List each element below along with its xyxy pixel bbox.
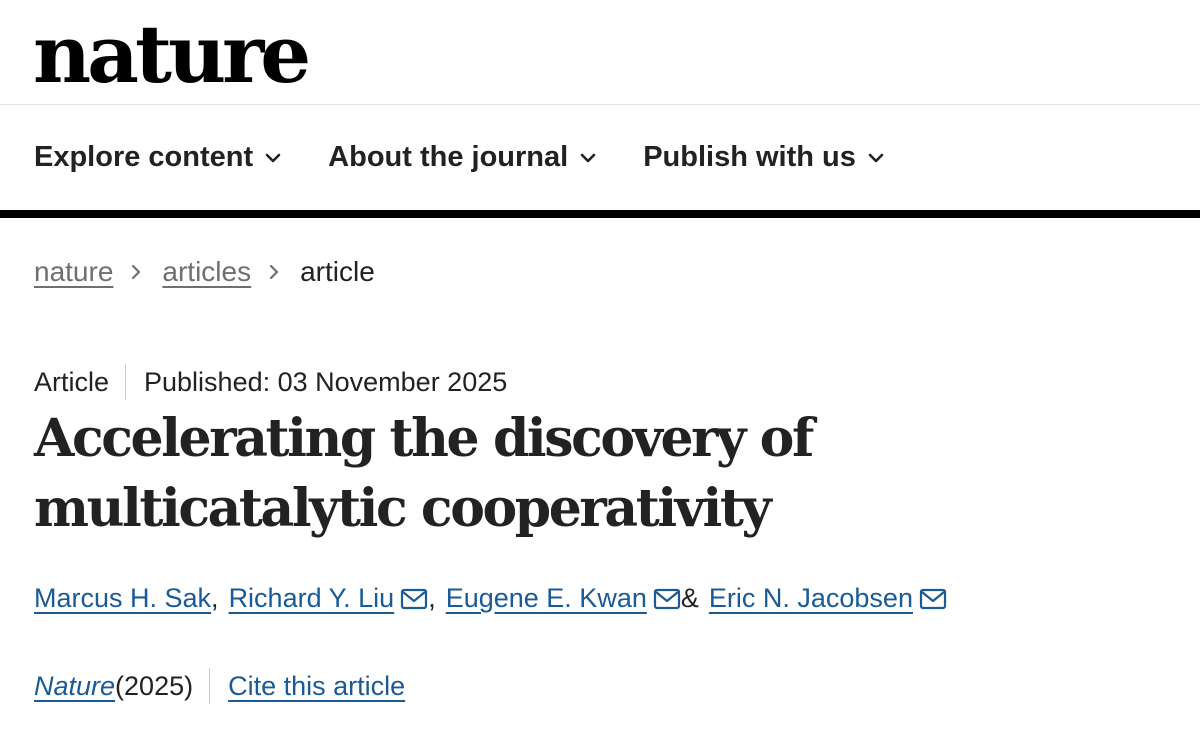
breadcrumb-articles[interactable]: articles xyxy=(162,256,251,288)
author-separator: , xyxy=(428,583,436,613)
author-link[interactable]: Richard Y. Liu xyxy=(229,583,395,614)
email-icon[interactable] xyxy=(919,588,947,610)
chevron-down-icon xyxy=(868,153,884,162)
email-icon[interactable] xyxy=(400,588,428,610)
chevron-down-icon xyxy=(580,153,596,162)
breadcrumb-current: article xyxy=(300,256,375,287)
chevron-right-icon xyxy=(132,264,141,280)
author-separator: & xyxy=(680,583,699,613)
nav-explore-content[interactable]: Explore content xyxy=(34,141,281,174)
author-link[interactable]: Marcus H. Sak xyxy=(34,583,211,614)
site-header: nature xyxy=(0,0,1200,105)
author-list: Marcus H. Sak , Richard Y. Liu , Eugene … xyxy=(34,583,947,614)
breadcrumb-nature[interactable]: nature xyxy=(34,256,113,288)
chevron-right-icon xyxy=(270,264,279,280)
nav-about-the-journal[interactable]: About the journal xyxy=(328,141,596,174)
meta-divider xyxy=(125,364,127,400)
cite-this-article-link[interactable]: Cite this article xyxy=(228,671,405,702)
nav-item-label: About the journal xyxy=(328,141,569,173)
article-type: Article xyxy=(34,366,110,397)
author-link[interactable]: Eric N. Jacobsen xyxy=(709,583,913,614)
email-icon[interactable] xyxy=(653,588,681,610)
author-link[interactable]: Eugene E. Kwan xyxy=(446,583,647,614)
main-nav: Explore content About the journal Publis… xyxy=(0,105,1200,210)
citation-divider xyxy=(209,668,211,704)
chevron-down-icon xyxy=(265,153,281,162)
article-title: Accelerating the discovery of multicatal… xyxy=(34,408,814,539)
breadcrumb: nature articles article xyxy=(34,256,375,288)
nav-publish-with-us[interactable]: Publish with us xyxy=(643,141,884,174)
header-rule xyxy=(0,210,1200,218)
author-separator: , xyxy=(211,583,219,613)
nav-item-label: Publish with us xyxy=(643,141,856,173)
nature-logo[interactable]: nature xyxy=(33,6,311,102)
citation-line: Nature (2025) Cite this article xyxy=(34,668,405,704)
journal-link[interactable]: Nature xyxy=(34,671,115,702)
published-date: Published: 03 November 2025 xyxy=(144,366,508,397)
citation-year: (2025) xyxy=(115,670,194,701)
article-meta: Article Published: 03 November 2025 xyxy=(34,364,507,400)
nav-item-label: Explore content xyxy=(34,141,254,173)
